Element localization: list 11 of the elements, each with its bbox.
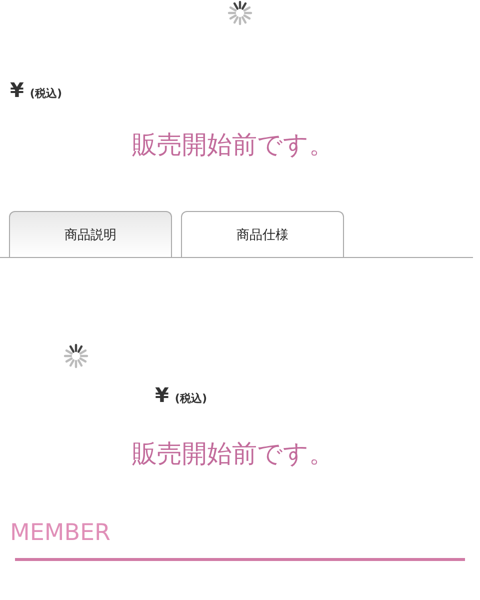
- tax-note: (税込): [174, 391, 207, 406]
- sale-notice: 販売開始前です。: [131, 129, 335, 161]
- yen-sign: ¥: [10, 78, 24, 102]
- yen-sign: ¥: [155, 383, 169, 407]
- loading-spinner-icon: [227, 0, 253, 26]
- loading-spinner-icon: [63, 343, 89, 369]
- sale-notice: 販売開始前です。: [131, 438, 335, 470]
- tab[interactable]: 商品仕様: [181, 211, 344, 257]
- tab[interactable]: 商品説明: [9, 211, 172, 257]
- member-heading: MEMBER: [9, 520, 112, 546]
- tax-note: (税込): [30, 86, 62, 101]
